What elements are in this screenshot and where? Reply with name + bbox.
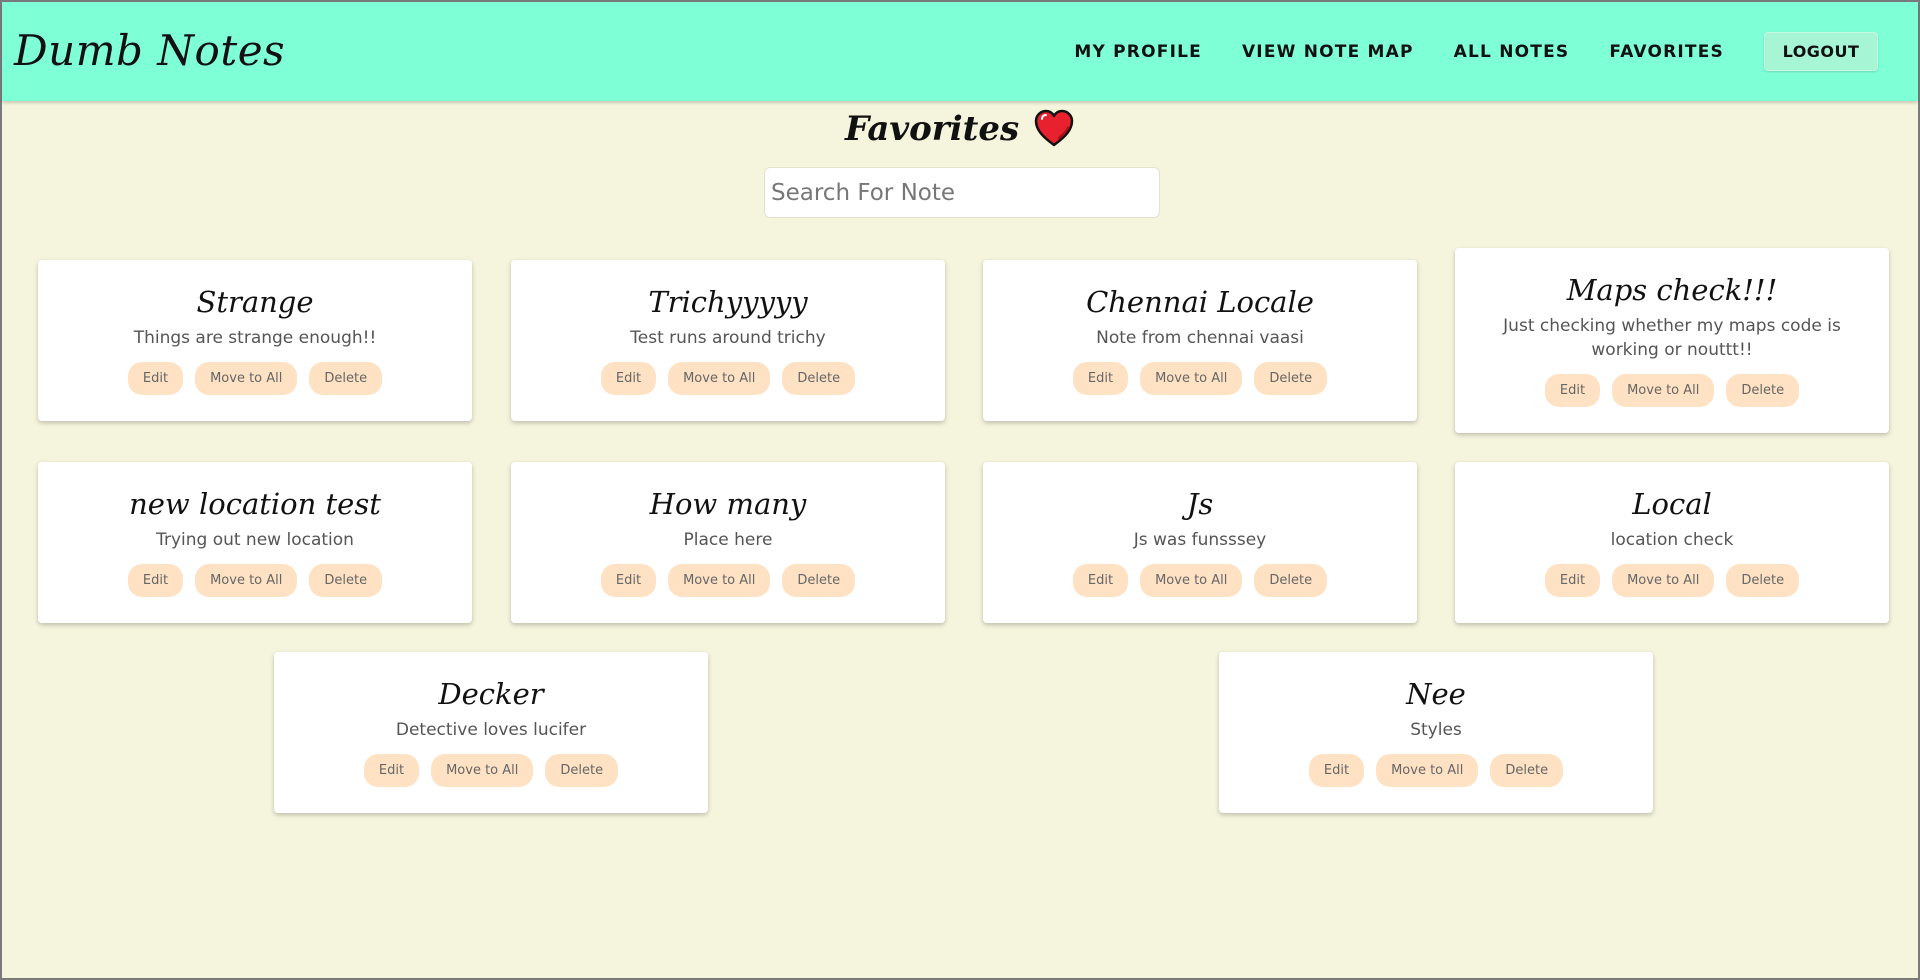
edit-button[interactable]: Edit [127, 362, 184, 395]
page-title-text: Favorites [845, 109, 1020, 149]
note-text: location check [1610, 530, 1734, 550]
note-card: Chennai Locale Note from chennai vaasi E… [983, 260, 1417, 421]
move-to-all-button[interactable]: Move to All [1140, 362, 1243, 395]
note-card: Nee Styles Edit Move to All Delete [1219, 652, 1653, 813]
note-card: Trichyyyyy Test runs around trichy Edit … [511, 260, 945, 421]
note-card: new location test Trying out new locatio… [38, 462, 472, 623]
note-text: Styles [1410, 720, 1462, 740]
note-text: Detective loves lucifer [395, 720, 587, 740]
note-text: Trying out new location [156, 530, 354, 550]
note-text: Js was funsssey [1133, 530, 1267, 550]
note-text: Things are strange enough!! [133, 328, 377, 348]
note-title: Js [1186, 487, 1214, 521]
nav-links: MY PROFILE VIEW NOTE MAP ALL NOTES FAVOR… [1034, 32, 1878, 71]
note-text: Just checking whether my maps code is wo… [1503, 316, 1841, 360]
note-text: Test runs around trichy [630, 328, 826, 348]
edit-button[interactable]: Edit [1544, 374, 1601, 407]
brand-logo[interactable]: Dumb Notes [14, 26, 285, 75]
move-to-all-button[interactable]: Move to All [1140, 564, 1243, 597]
delete-button[interactable]: Delete [1726, 564, 1800, 597]
edit-button[interactable]: Edit [600, 564, 657, 597]
edit-button[interactable]: Edit [127, 564, 184, 597]
note-actions: Edit Move to All Delete [1455, 374, 1889, 407]
move-to-all-button[interactable]: Move to All [1376, 754, 1479, 787]
note-card: Maps check!!! Just checking whether my m… [1455, 248, 1889, 433]
move-to-all-button[interactable]: Move to All [1612, 564, 1715, 597]
navbar: Dumb Notes MY PROFILE VIEW NOTE MAP ALL … [2, 2, 1918, 101]
note-actions: Edit Move to All Delete [274, 754, 708, 787]
note-card: Js Js was funsssey Edit Move to All Dele… [983, 462, 1417, 623]
move-to-all-button[interactable]: Move to All [431, 754, 534, 787]
note-actions: Edit Move to All Delete [511, 362, 945, 395]
move-to-all-button[interactable]: Move to All [195, 362, 298, 395]
move-to-all-button[interactable]: Move to All [1612, 374, 1715, 407]
note-title: Strange [196, 285, 314, 319]
page-title: Favorites [2, 108, 1918, 149]
move-to-all-button[interactable]: Move to All [668, 362, 771, 395]
note-card: Decker Detective loves lucifer Edit Move… [274, 652, 708, 813]
nav-favorites[interactable]: FAVORITES [1609, 42, 1724, 62]
note-title: Maps check!!! [1566, 273, 1778, 307]
note-title: Trichyyyyy [648, 285, 808, 319]
note-card: How many Place here Edit Move to All Del… [511, 462, 945, 623]
note-actions: Edit Move to All Delete [983, 564, 1417, 597]
note-text: Note from chennai vaasi [1096, 328, 1304, 348]
note-actions: Edit Move to All Delete [38, 564, 472, 597]
edit-button[interactable]: Edit [1544, 564, 1601, 597]
edit-button[interactable]: Edit [1308, 754, 1365, 787]
note-actions: Edit Move to All Delete [1455, 564, 1889, 597]
note-card: Strange Things are strange enough!! Edit… [38, 260, 472, 421]
note-actions: Edit Move to All Delete [38, 362, 472, 395]
nav-view-note-map[interactable]: VIEW NOTE MAP [1242, 42, 1414, 62]
note-card: Local location check Edit Move to All De… [1455, 462, 1889, 623]
delete-button[interactable]: Delete [1726, 374, 1800, 407]
search-input[interactable] [764, 167, 1160, 218]
page: Dumb Notes MY PROFILE VIEW NOTE MAP ALL … [0, 0, 1920, 980]
move-to-all-button[interactable]: Move to All [195, 564, 298, 597]
note-title: Nee [1406, 677, 1466, 711]
note-actions: Edit Move to All Delete [511, 564, 945, 597]
logout-button[interactable]: LOGOUT [1764, 32, 1878, 71]
note-title: Decker [438, 677, 544, 711]
delete-button[interactable]: Delete [782, 362, 856, 395]
note-title: How many [649, 487, 807, 521]
heart-icon [1034, 109, 1074, 147]
delete-button[interactable]: Delete [782, 564, 856, 597]
note-text: Place here [683, 530, 773, 550]
note-title: Local [1632, 487, 1712, 521]
delete-button[interactable]: Delete [545, 754, 619, 787]
edit-button[interactable]: Edit [600, 362, 657, 395]
delete-button[interactable]: Delete [309, 564, 383, 597]
move-to-all-button[interactable]: Move to All [668, 564, 771, 597]
edit-button[interactable]: Edit [1072, 564, 1129, 597]
edit-button[interactable]: Edit [363, 754, 420, 787]
note-actions: Edit Move to All Delete [983, 362, 1417, 395]
note-actions: Edit Move to All Delete [1219, 754, 1653, 787]
nav-my-profile[interactable]: MY PROFILE [1074, 42, 1202, 62]
delete-button[interactable]: Delete [1490, 754, 1564, 787]
edit-button[interactable]: Edit [1072, 362, 1129, 395]
note-title: new location test [129, 487, 381, 521]
delete-button[interactable]: Delete [1254, 564, 1328, 597]
nav-all-notes[interactable]: ALL NOTES [1454, 42, 1570, 62]
note-title: Chennai Locale [1086, 285, 1314, 319]
delete-button[interactable]: Delete [309, 362, 383, 395]
delete-button[interactable]: Delete [1254, 362, 1328, 395]
